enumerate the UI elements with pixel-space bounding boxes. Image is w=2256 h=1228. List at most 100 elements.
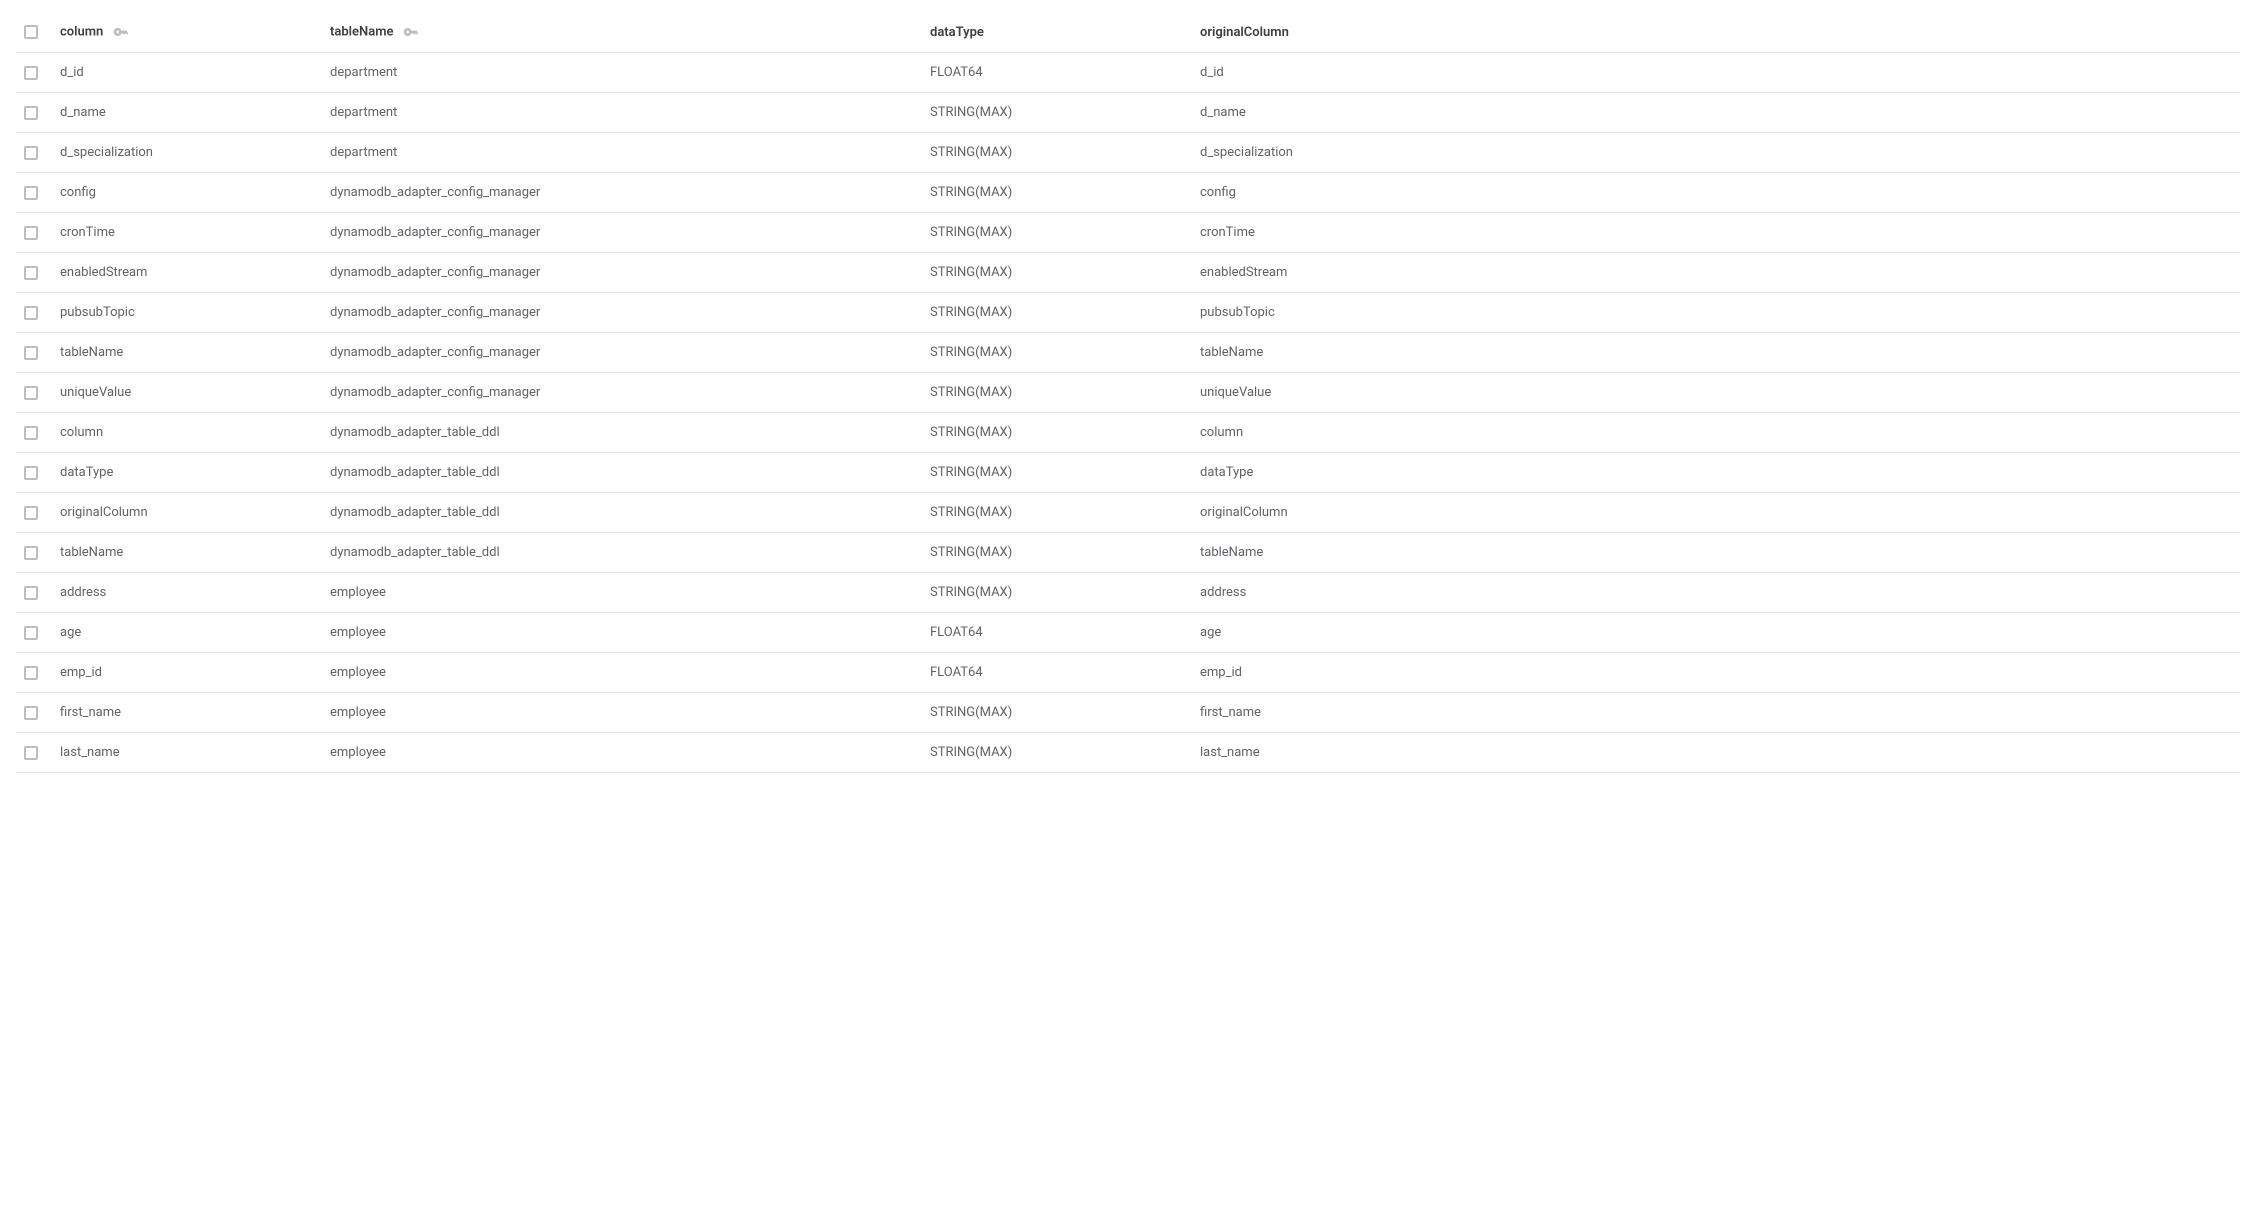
- row-checkbox[interactable]: [24, 586, 38, 600]
- cell-dataType-value: STRING(MAX): [930, 225, 1012, 240]
- cell-column: tableName: [52, 333, 322, 373]
- row-checkbox[interactable]: [24, 226, 38, 240]
- cell-column: enabledStream: [52, 253, 322, 293]
- cell-originalColumn-value: column: [1200, 425, 1243, 440]
- row-checkbox[interactable]: [24, 546, 38, 560]
- cell-tableName-value: employee: [330, 705, 386, 720]
- cell-dataType: STRING(MAX): [922, 493, 1192, 533]
- cell-column: pubsubTopic: [52, 293, 322, 333]
- cell-tableName-value: dynamodb_adapter_config_manager: [330, 385, 540, 400]
- table-row: d_specializationdepartmentSTRING(MAX)d_s…: [16, 133, 2240, 173]
- header-data-type[interactable]: dataType: [922, 12, 1192, 53]
- cell-column-value: last_name: [60, 745, 120, 760]
- cell-column: last_name: [52, 733, 322, 773]
- cell-column: config: [52, 173, 322, 213]
- cell-dataType-value: STRING(MAX): [930, 185, 1012, 200]
- row-checkbox-cell: [16, 533, 52, 573]
- row-checkbox-cell: [16, 253, 52, 293]
- cell-tableName-value: employee: [330, 665, 386, 680]
- cell-originalColumn-value: address: [1200, 585, 1246, 600]
- cell-dataType-value: STRING(MAX): [930, 465, 1012, 480]
- columns-table: column tableName dataType originalColumn…: [16, 12, 2240, 773]
- cell-originalColumn-value: pubsubTopic: [1200, 305, 1275, 320]
- cell-tableName-value: dynamodb_adapter_config_manager: [330, 225, 540, 240]
- header-table-name-label: tableName: [330, 24, 394, 39]
- cell-dataType: STRING(MAX): [922, 293, 1192, 333]
- table-row: tableName dynamodb_adapter_table_ddlSTRIN…: [16, 533, 2240, 573]
- cell-dataType-value: STRING(MAX): [930, 145, 1012, 160]
- cell-originalColumn-value: tableName: [1200, 345, 1263, 360]
- cell-originalColumn: uniqueValue: [1192, 373, 2240, 413]
- cell-column-value: cronTime: [60, 225, 115, 240]
- cell-tableName: dynamodb_adapter_config_manager: [322, 213, 922, 253]
- row-checkbox-cell: [16, 493, 52, 533]
- cell-originalColumn: enabledStream: [1192, 253, 2240, 293]
- cell-dataType-value: STRING(MAX): [930, 105, 1012, 120]
- cell-tableName: dynamodb_adapter_config_manager: [322, 373, 922, 413]
- cell-column: column: [52, 413, 322, 453]
- cell-tableName: dynamodb_adapter_table_ddl: [322, 533, 922, 573]
- table-row: emp_idemployeeFLOAT64emp_id: [16, 653, 2240, 693]
- row-checkbox[interactable]: [24, 706, 38, 720]
- cell-dataType: STRING(MAX): [922, 693, 1192, 733]
- cell-column-value: emp_id: [60, 665, 102, 680]
- row-checkbox-cell: [16, 413, 52, 453]
- row-checkbox-cell: [16, 213, 52, 253]
- row-checkbox[interactable]: [24, 266, 38, 280]
- cell-dataType-value: FLOAT64: [930, 65, 983, 80]
- cell-originalColumn: d_name: [1192, 93, 2240, 133]
- header-data-type-label: dataType: [930, 25, 984, 40]
- cell-column: dataType: [52, 453, 322, 493]
- row-checkbox[interactable]: [24, 306, 38, 320]
- cell-originalColumn: pubsubTopic: [1192, 293, 2240, 333]
- row-checkbox[interactable]: [24, 466, 38, 480]
- cell-dataType: STRING(MAX): [922, 373, 1192, 413]
- cell-column: originalColumn: [52, 493, 322, 533]
- cell-originalColumn-value: d_name: [1200, 105, 1246, 120]
- cell-originalColumn-value: cronTime: [1200, 225, 1255, 240]
- table-row: uniqueValue dynamodb_adapter_config_manag…: [16, 373, 2240, 413]
- cell-originalColumn-value: emp_id: [1200, 665, 1242, 680]
- cell-dataType: STRING(MAX): [922, 733, 1192, 773]
- cell-originalColumn-value: d_specialization: [1200, 145, 1293, 160]
- row-checkbox[interactable]: [24, 626, 38, 640]
- row-checkbox[interactable]: [24, 346, 38, 360]
- cell-column-value: tableName: [60, 545, 123, 560]
- cell-tableName: employee: [322, 733, 922, 773]
- row-checkbox[interactable]: [24, 506, 38, 520]
- cell-originalColumn: cronTime: [1192, 213, 2240, 253]
- row-checkbox[interactable]: [24, 666, 38, 680]
- select-all-checkbox[interactable]: [24, 25, 38, 39]
- cell-tableName-value: employee: [330, 745, 386, 760]
- table-row: ageemployeeFLOAT64age: [16, 613, 2240, 653]
- row-checkbox[interactable]: [24, 426, 38, 440]
- cell-originalColumn: tableName: [1192, 333, 2240, 373]
- cell-tableName: dynamodb_adapter_table_ddl: [322, 453, 922, 493]
- row-checkbox[interactable]: [24, 186, 38, 200]
- cell-dataType: STRING(MAX): [922, 533, 1192, 573]
- cell-dataType-value: STRING(MAX): [930, 345, 1012, 360]
- cell-originalColumn: last_name: [1192, 733, 2240, 773]
- cell-tableName-value: dynamodb_adapter_table_ddl: [330, 425, 500, 440]
- row-checkbox[interactable]: [24, 106, 38, 120]
- row-checkbox[interactable]: [24, 66, 38, 80]
- row-checkbox[interactable]: [24, 146, 38, 160]
- row-checkbox[interactable]: [24, 386, 38, 400]
- cell-tableName: department: [322, 53, 922, 93]
- header-column[interactable]: column: [52, 12, 322, 53]
- cell-column: address: [52, 573, 322, 613]
- table-row: last_nameemployeeSTRING(MAX)last_name: [16, 733, 2240, 773]
- key-icon: [113, 24, 129, 40]
- table-row: columndynamodb_adapter_table_ddlSTRING(M…: [16, 413, 2240, 453]
- cell-originalColumn: config: [1192, 173, 2240, 213]
- cell-dataType: STRING(MAX): [922, 333, 1192, 373]
- cell-originalColumn-value: originalColumn: [1200, 505, 1288, 520]
- header-table-name[interactable]: tableName: [322, 12, 922, 53]
- row-checkbox-cell: [16, 573, 52, 613]
- cell-originalColumn-value: enabledStream: [1200, 265, 1287, 280]
- row-checkbox-cell: [16, 733, 52, 773]
- table-row: tableNamedynamodb_adapter_config_manager…: [16, 333, 2240, 373]
- header-original-column[interactable]: originalColumn: [1192, 12, 2240, 53]
- row-checkbox[interactable]: [24, 746, 38, 760]
- table-row: d_namedepartmentSTRING(MAX)d_name: [16, 93, 2240, 133]
